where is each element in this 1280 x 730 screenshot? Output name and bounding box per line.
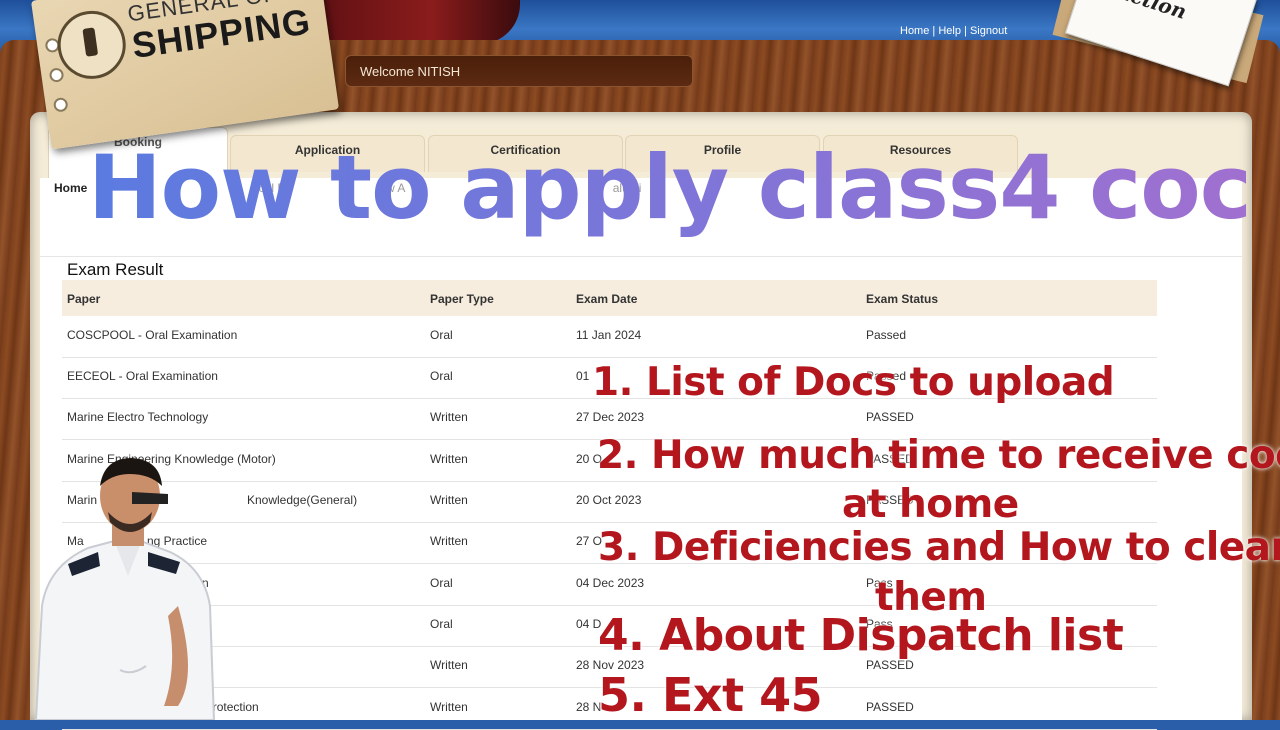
subnav-home[interactable]: Home <box>54 181 87 195</box>
cell-exam-status: PASSED <box>866 410 914 424</box>
header-paper: Paper <box>67 292 101 306</box>
video-title-overlay: How to apply class4 coc <box>88 132 1268 267</box>
link-separator: | <box>929 25 939 37</box>
emblem-icon <box>53 6 131 84</box>
header-exam-status: Exam Status <box>866 292 939 306</box>
overlay-list-item-2: 2. How much time to receive coc <box>597 433 1280 478</box>
title-text-graphic: How to apply class4 coc <box>88 136 1252 239</box>
cell-paper: Marine Electro Technology <box>67 410 209 424</box>
cell-paper: COSCPOOL - Oral Examination <box>67 328 238 342</box>
cell-paper: EECEOL - Oral Examination <box>67 369 218 383</box>
help-link[interactable]: Help <box>938 25 961 37</box>
title-text: How to apply class4 coc <box>88 136 1251 239</box>
cell-paper-type: Written <box>430 410 468 424</box>
home-link[interactable]: Home <box>900 25 929 37</box>
corner-note-text: uction <box>1114 0 1190 24</box>
top-links: Home | Help | Signout <box>900 25 1007 37</box>
cell-exam-date: 27 Dec 2023 <box>576 410 645 424</box>
banner-graphic <box>300 0 520 44</box>
header-paper-type: Paper Type <box>430 292 494 306</box>
cell-paper-type: Written <box>430 534 468 548</box>
signout-link[interactable]: Signout <box>970 25 1007 37</box>
cell-paper-type: Written <box>430 493 468 507</box>
cell-paper-type: Written <box>430 700 468 714</box>
link-separator: | <box>960 25 970 37</box>
overlay-list-item-1: 1. List of Docs to upload <box>592 360 1115 405</box>
cell-exam-status: PASSED <box>866 700 914 714</box>
table-header: Paper Paper Type Exam Date Exam Status <box>62 280 1157 316</box>
welcome-message: Welcome NITISH <box>345 55 693 87</box>
person-photo <box>34 458 216 720</box>
overlay-list-item-2-cont: at home <box>842 482 1019 527</box>
cell-paper-type: Written <box>430 452 468 466</box>
header-exam-date: Exam Date <box>576 292 638 306</box>
cell-exam-date: 11 Jan 2024 <box>576 328 642 342</box>
cell-paper-type: Oral <box>430 369 453 383</box>
cell-exam-date: 20 Oct 2023 <box>576 493 642 507</box>
cell-paper-type: Oral <box>430 576 453 590</box>
table-row: COSCPOOL - Oral Examination Oral 11 Jan 20… <box>62 316 1157 358</box>
overlay-list-item-5: 5. Ext 45 <box>598 668 823 722</box>
overlay-list-item-4: 4. About Dispatch list <box>598 610 1124 661</box>
cell-paper-type: Oral <box>430 617 453 631</box>
cell-exam-date: 01 <box>576 369 590 383</box>
cell-paper-type: Written <box>430 658 468 672</box>
cell-exam-date: 04 Dec 2023 <box>576 576 645 590</box>
cell-paper-fragment: Knowledge(General) <box>247 493 358 507</box>
cell-paper-type: Oral <box>430 328 453 342</box>
cell-exam-status: Passed <box>866 328 907 342</box>
overlay-list-item-3: 3. Deficiencies and How to clear <box>598 525 1280 570</box>
